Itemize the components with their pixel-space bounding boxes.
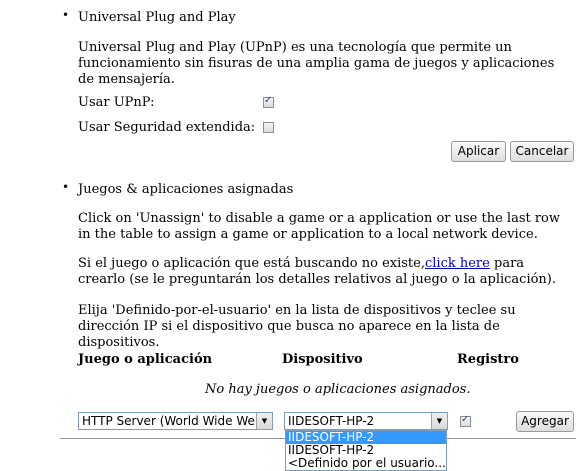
bullet-games: • — [62, 180, 70, 194]
device-option-user-defined[interactable]: <Definido por el usuario...> — [286, 457, 446, 470]
col-header-game: Juego o aplicación — [78, 352, 213, 367]
chevron-down-icon: ▼ — [256, 413, 272, 429]
bullet-upnp: • — [62, 8, 70, 22]
col-header-device: Dispositivo — [282, 352, 363, 367]
registro-checkbox[interactable] — [460, 414, 471, 427]
upnp-section-title: Universal Plug and Play — [78, 10, 236, 25]
device-option-1[interactable]: IIDESOFT-HP-2 — [286, 431, 446, 444]
games-user-defined-info: Elija 'Definido-por-el-usuario' en la li… — [78, 303, 516, 350]
extended-security-label: Usar Seguridad extendida: — [78, 120, 256, 135]
device-select-value: IIDESOFT-HP-2 — [288, 414, 375, 428]
col-header-log: Registro — [457, 352, 519, 367]
add-button[interactable]: Agregar — [516, 411, 574, 432]
chevron-down-icon: ▼ — [431, 413, 447, 429]
device-option-2[interactable]: IIDESOFT-HP-2 — [286, 444, 446, 457]
click-here-link[interactable]: click here — [425, 256, 490, 271]
games-section-title: Juegos & aplicaciones asignadas — [78, 182, 294, 197]
create-info-text-before: Si el juego o aplicación que está buscan… — [78, 256, 425, 271]
game-select-value: HTTP Server (World Wide Web) — [82, 414, 268, 428]
device-dropdown-list: IIDESOFT-HP-2 IIDESOFT-HP-2 <Definido po… — [285, 430, 447, 471]
game-select[interactable]: HTTP Server (World Wide Web) ▼ — [78, 412, 273, 430]
device-select[interactable]: IIDESOFT-HP-2 ▼ — [284, 412, 448, 430]
games-instructions: Click on 'Unassign' to disable a game or… — [78, 211, 561, 242]
upnp-description: Universal Plug and Play (UPnP) es una te… — [78, 40, 555, 87]
use-upnp-label: Usar UPnP: — [78, 95, 155, 110]
empty-table-message: No hay juegos o aplicaciones asignados. — [205, 382, 471, 397]
cancel-button[interactable]: Cancelar — [510, 141, 574, 162]
games-create-info: Si el juego o aplicación que está buscan… — [78, 256, 570, 288]
use-upnp-checkbox[interactable] — [263, 95, 274, 108]
extended-security-checkbox[interactable] — [263, 122, 274, 133]
apply-button[interactable]: Aplicar — [451, 141, 506, 162]
